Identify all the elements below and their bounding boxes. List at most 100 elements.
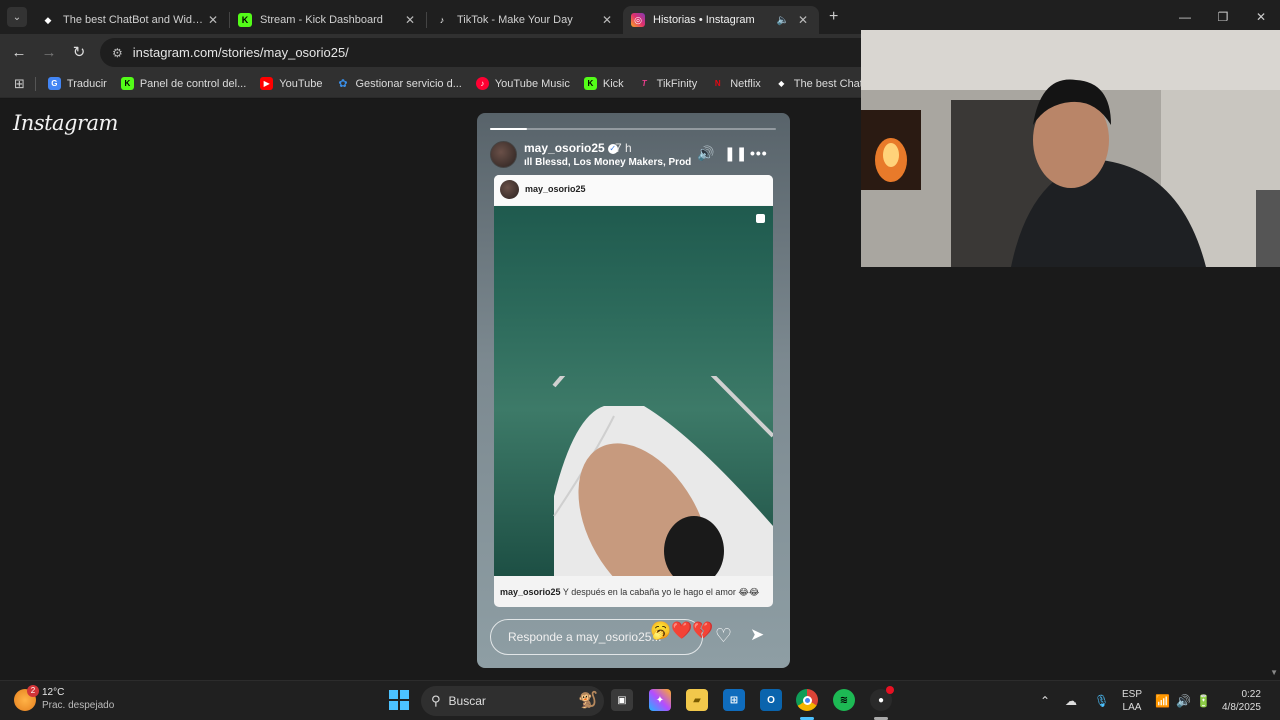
caption-text: Y después en la cabaña yo le hago el amo… xyxy=(562,587,760,597)
chrome-icon[interactable] xyxy=(796,689,818,711)
bookmark-gestionar[interactable]: ✿ Gestionar servicio d... xyxy=(336,77,461,91)
shared-post-username: may_osorio25 xyxy=(525,184,586,194)
youtube-music-icon: ♪ xyxy=(475,77,489,90)
tab-tiktok[interactable]: ♪ TikTok - Make Your Day ✕ xyxy=(427,6,623,34)
bookmark-label: YouTube Music xyxy=(494,77,570,90)
search-icon: ⚲ xyxy=(431,693,441,708)
forward-arrow-icon[interactable]: → xyxy=(34,44,64,61)
apps-grid-icon[interactable]: ⊞ xyxy=(14,76,25,92)
send-icon[interactable]: ➤ xyxy=(750,625,764,645)
pause-icon[interactable]: ❚❚ xyxy=(724,145,747,162)
speaker-icon[interactable]: 🔈 xyxy=(777,15,789,26)
obs-icon[interactable]: ● xyxy=(870,686,894,711)
avatar[interactable] xyxy=(490,141,517,168)
tray-overflow-icon[interactable]: ⌃ xyxy=(1040,681,1050,720)
onedrive-icon[interactable]: ☁ xyxy=(1065,681,1077,720)
story-viewer[interactable]: may_osorio25 ✓ 7 h ıll Blessd, Los Money … xyxy=(477,113,790,668)
story-username[interactable]: may_osorio25 ✓ xyxy=(524,141,618,155)
browser-tab-strip: ⌄ ◆ The best ChatBot and Widgets f ✕ K S… xyxy=(0,0,1280,34)
clock-time: 0:22 xyxy=(1241,689,1261,700)
shared-post-card[interactable]: may_osorio25 may_osorio25 Y después en l… xyxy=(494,175,773,607)
heart-icon[interactable]: ♡ xyxy=(715,625,732,648)
weather-text: 12°C Prac. despejado xyxy=(42,686,114,712)
google-translate-icon: G xyxy=(47,77,61,90)
close-icon[interactable]: ✕ xyxy=(599,13,615,27)
tab-instagram-stories[interactable]: ◎ Historias • Instagram 🔈 ✕ xyxy=(623,6,819,34)
start-button[interactable] xyxy=(389,690,409,710)
caption-username: may_osorio25 xyxy=(500,587,561,597)
music-text: Blessd, Los Money Makers, Prod xyxy=(535,157,692,168)
url-text: instagram.com/stories/may_osorio25/ xyxy=(132,45,349,60)
site-settings-icon[interactable]: ⚙ xyxy=(112,46,123,60)
tikfinity-icon: T xyxy=(641,79,647,88)
quick-reactions[interactable]: 🥱❤️💔 xyxy=(650,621,714,641)
microsoft-store-icon[interactable]: ⊞ xyxy=(723,689,745,711)
volume-icon[interactable]: 🔊 xyxy=(1176,681,1191,720)
file-explorer-icon[interactable]: ▰ xyxy=(686,689,708,711)
notification-badge: 2 xyxy=(27,685,39,697)
bookmark-netflix[interactable]: N Netflix xyxy=(711,77,761,90)
system-clock[interactable]: 0:22 4/8/2025 xyxy=(1222,688,1261,714)
windows-logo-icon xyxy=(389,690,398,699)
close-icon[interactable]: ✕ xyxy=(205,13,221,27)
more-options-icon[interactable]: ••• xyxy=(750,145,768,161)
bookmark-separator xyxy=(34,76,36,91)
tiktok-icon: ♪ xyxy=(439,15,445,25)
netflix-icon: N xyxy=(714,79,721,88)
clock-date: 4/8/2025 xyxy=(1222,702,1261,713)
screen: ⌄ ◆ The best ChatBot and Widgets f ✕ K S… xyxy=(0,0,1280,720)
instagram-logo[interactable]: Instagram xyxy=(13,111,118,135)
search-label: Buscar xyxy=(448,694,486,708)
bookmark-label: TikFinity xyxy=(656,77,698,90)
battery-icon[interactable]: 🔋 xyxy=(1196,681,1211,720)
task-view-icon[interactable]: ▣ xyxy=(611,689,633,711)
reply-placeholder: Responde a may_osorio25... xyxy=(508,630,662,644)
minimize-icon[interactable]: — xyxy=(1166,0,1204,34)
weather-sun-icon: 2 xyxy=(14,685,39,711)
windows-logo-icon xyxy=(400,701,409,710)
service-icon: ✿ xyxy=(338,78,348,90)
kick-icon: K xyxy=(583,77,597,90)
windows-logo-icon xyxy=(389,701,398,710)
tab-chatbot[interactable]: ◆ The best ChatBot and Widgets f ✕ xyxy=(33,6,229,34)
back-arrow-icon[interactable]: ← xyxy=(4,44,34,61)
bookmark-youtube-music[interactable]: ♪ YouTube Music xyxy=(475,77,570,90)
boat-deck-illustration xyxy=(552,376,773,576)
weather-desc: Prac. despejado xyxy=(42,700,115,711)
diamond-icon: ◆ xyxy=(778,79,785,88)
outlook-icon[interactable]: O xyxy=(760,689,782,711)
weather-widget[interactable]: 2 12°C Prac. despejado xyxy=(14,685,114,712)
scroll-down-arrow-icon[interactable]: ▼ xyxy=(1270,668,1278,677)
window-controls: — ❐ ✕ xyxy=(1166,0,1280,34)
tab-kick-dashboard[interactable]: K Stream - Kick Dashboard ✕ xyxy=(230,6,426,34)
close-icon[interactable]: ✕ xyxy=(402,13,418,27)
wifi-icon[interactable]: 📶 xyxy=(1155,681,1170,720)
bookmark-youtube[interactable]: ▶ YouTube xyxy=(260,77,322,90)
instagram-icon: ◎ xyxy=(631,13,645,27)
bookmark-traducir[interactable]: G Traducir xyxy=(47,77,107,90)
close-window-icon[interactable]: ✕ xyxy=(1242,0,1280,34)
avatar xyxy=(500,180,519,199)
story-progress-bar xyxy=(490,128,776,130)
volume-icon[interactable]: 🔊 xyxy=(697,145,714,162)
input-language[interactable]: ESP LAA xyxy=(1122,688,1142,714)
close-icon[interactable]: ✕ xyxy=(795,13,811,27)
weather-temp: 12°C xyxy=(42,687,65,698)
new-tab-button[interactable]: + xyxy=(829,8,838,26)
keyboard-layout: LAA xyxy=(1122,702,1142,713)
restore-icon[interactable]: ❐ xyxy=(1204,0,1242,34)
bookmark-kick[interactable]: K Kick xyxy=(583,77,624,90)
shared-post-header: may_osorio25 xyxy=(494,175,773,205)
microphone-icon[interactable]: 🎙 xyxy=(1094,681,1109,720)
spotify-icon[interactable]: ≋ xyxy=(833,689,855,711)
taskbar-search[interactable]: ⚲ Buscar 🐒 xyxy=(421,686,604,716)
copilot-icon[interactable]: ✦ xyxy=(649,689,671,711)
reload-icon[interactable]: ↻ xyxy=(64,43,94,61)
bookmark-panel-control[interactable]: K Panel de control del... xyxy=(120,77,246,90)
story-music[interactable]: ıll Blessd, Los Money Makers, Prod xyxy=(524,157,691,168)
language-code: ESP xyxy=(1122,689,1143,700)
tab-title: Stream - Kick Dashboard xyxy=(260,14,383,26)
tab-search-menu-button[interactable]: ⌄ xyxy=(7,7,27,27)
bookmark-tikfinity[interactable]: T TikFinity xyxy=(638,77,698,90)
story-progress-fill xyxy=(490,128,528,130)
